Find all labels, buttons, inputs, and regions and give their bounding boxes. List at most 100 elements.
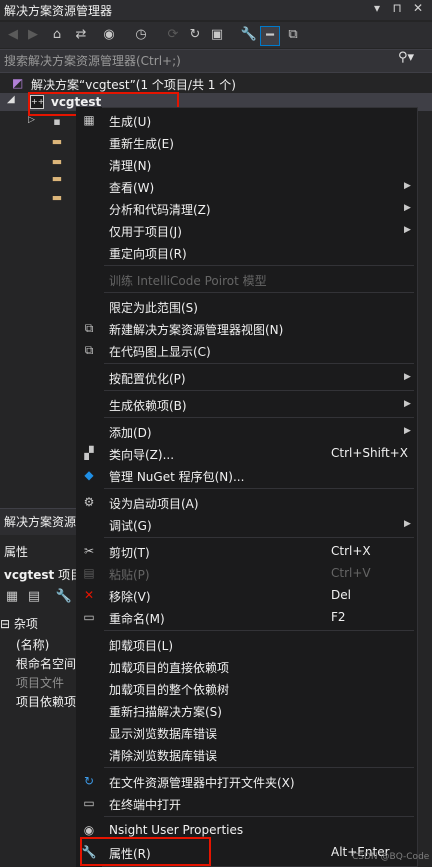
close-icon[interactable]: ✕ [410,1,426,15]
open-folder-icon: ↻ [83,774,95,788]
property-project-file[interactable]: 项目文件 [16,674,64,691]
menu-item-intellicode[interactable]: 训练 IntelliCode Poirot 模型 [109,272,267,289]
gear-icon: ⚙ [83,495,95,509]
preview-icon[interactable]: ⧉ [284,26,302,44]
back-icon[interactable]: ◀ [4,26,22,44]
menu-item-analyze[interactable]: 分析和代码清理(Z) [109,201,211,218]
menu-item-class-wizard[interactable]: 类向导(Z)... [109,446,174,463]
home-icon[interactable]: ⌂ [48,26,66,44]
menu-item-open-terminal[interactable]: 在终端中打开 [109,796,181,813]
shortcut-class-wizard: Ctrl+Shift+X [331,446,408,460]
properties-category-label: 杂项 [13,617,38,631]
expand-chevron-icon[interactable]: ◢ [7,94,15,105]
references-icon: ▪ [53,115,61,128]
submenu-arrow-icon: ▶ [404,203,411,213]
menu-separator [104,488,414,489]
shortcut-rename: F2 [331,610,346,624]
properties-wrench-icon[interactable]: 🔧 [240,26,258,44]
collapse-all-icon[interactable]: ━ [260,26,280,46]
menu-item-unload[interactable]: 卸载项目(L) [109,637,173,654]
menu-item-retarget[interactable]: 重定向项目(R) [109,245,187,262]
globe-icon[interactable]: ◉ [100,26,118,44]
menu-separator [104,390,414,391]
remove-icon: ✕ [83,588,95,602]
shortcut-remove: Del [331,588,351,602]
menu-separator [104,363,414,364]
menu-item-clear-browse-errors[interactable]: 清除浏览数据库错误 [109,747,217,764]
menu-item-rename[interactable]: 重命名(M) [109,610,165,627]
submenu-arrow-icon: ▶ [404,372,411,382]
properties-category[interactable]: ⊟ 杂项 [0,615,38,632]
menu-separator [104,630,414,631]
menu-item-new-view[interactable]: 新建解决方案资源管理器视图(N) [109,321,283,338]
folder-icon: ▬ [51,155,63,168]
submenu-arrow-icon: ▶ [404,426,411,436]
menu-separator [104,537,414,538]
rename-icon: ▭ [83,610,95,624]
paste-icon: ▤ [83,566,95,580]
menu-item-rebuild[interactable]: 重新生成(E) [109,135,174,152]
switch-views-icon[interactable]: ⇄ [72,26,90,44]
menu-item-show-browse-errors[interactable]: 显示浏览数据库错误 [109,725,217,742]
solution-explorer-title: 解决方案资源管理器 [4,4,113,18]
show-all-files-icon[interactable]: ▣ [208,26,226,44]
menu-item-startup[interactable]: 设为启动项目(A) [109,495,199,512]
menu-separator [104,265,414,266]
dropdown-icon[interactable]: ▾ [369,1,385,15]
menu-item-open-folder[interactable]: 在文件资源管理器中打开文件夹(X) [109,774,295,791]
menu-separator [104,417,414,418]
menu-item-paste[interactable]: 粘贴(P) [109,566,150,583]
pin-icon[interactable]: ⊓ [389,1,405,15]
menu-item-project-only[interactable]: 仅用于项目(J) [109,223,182,240]
folder-icon: ▬ [51,172,63,185]
pending-changes-icon[interactable]: ◷ [132,26,150,44]
menu-item-scope[interactable]: 限定为此范围(S) [109,299,198,316]
menu-item-nuget[interactable]: 管理 NuGet 程序包(N)... [109,468,244,485]
menu-item-build-deps[interactable]: 生成依赖项(B) [109,397,187,414]
collapse-icon[interactable]: ⊟ [0,617,10,631]
menu-item-build[interactable]: 生成(U) [109,113,151,130]
sync-icon[interactable]: ⟳ [164,26,182,44]
menu-item-load-tree[interactable]: 加载项目的整个依赖树 [109,681,229,698]
properties-object-name: vcgtest [4,568,55,582]
properties-object-selector[interactable]: vcgtest 项目 [4,566,82,583]
menu-separator [104,767,414,768]
tab-solution-explorer-label[interactable]: 解决方案资源 [4,513,76,530]
property-project-deps[interactable]: 项目依赖项 [16,693,76,710]
submenu-arrow-icon: ▶ [404,519,411,529]
solution-icon: ◩ [12,76,24,90]
shortcut-cut: Ctrl+X [331,544,371,558]
context-menu-icon-column [76,107,102,867]
nuget-icon: ◆ [84,468,94,482]
property-root-namespace[interactable]: 根命名空间 [16,655,76,672]
menu-item-rescan[interactable]: 重新扫描解决方案(S) [109,703,222,720]
refresh-icon[interactable]: ↻ [186,26,204,44]
folder-icon: ▬ [51,135,63,148]
alphabetical-icon[interactable]: ▤ [25,589,43,607]
forward-icon[interactable]: ▶ [24,26,42,44]
menu-item-pgo[interactable]: 按配置优化(P) [109,370,186,387]
search-icon[interactable]: ⚲▾ [398,50,414,65]
menu-item-debug[interactable]: 调试(G) [109,517,152,534]
expand-chevron-icon[interactable]: ▷ [28,115,35,125]
menu-item-code-map[interactable]: 在代码图上显示(C) [109,343,211,360]
property-pages-icon[interactable]: 🔧 [55,589,73,607]
menu-item-view[interactable]: 查看(W) [109,179,154,196]
menu-item-cut[interactable]: 剪切(T) [109,544,150,561]
submenu-arrow-icon: ▶ [404,181,411,191]
categorized-icon[interactable]: ▦ [3,589,21,607]
class-wizard-icon: ▞ [84,446,94,460]
menu-item-add[interactable]: 添加(D) [109,424,152,441]
menu-separator [104,292,414,293]
tree-item-solution[interactable]: 解决方案“vcgtest”(1 个项目/共 1 个) [31,76,236,93]
menu-item-load-direct[interactable]: 加载项目的直接依赖项 [109,659,229,676]
new-view-icon: ⧉ [84,321,94,335]
search-input[interactable]: 搜索解决方案资源管理器(Ctrl+;) [4,52,181,69]
submenu-arrow-icon: ▶ [404,225,411,235]
menu-item-clean[interactable]: 清理(N) [109,157,151,174]
menu-separator [104,816,414,817]
property-name[interactable]: (名称) [16,636,49,653]
menu-item-remove[interactable]: 移除(V) [109,588,151,605]
folder-icon: ▬ [51,191,63,204]
menu-item-nsight[interactable]: Nsight User Properties [109,823,243,837]
